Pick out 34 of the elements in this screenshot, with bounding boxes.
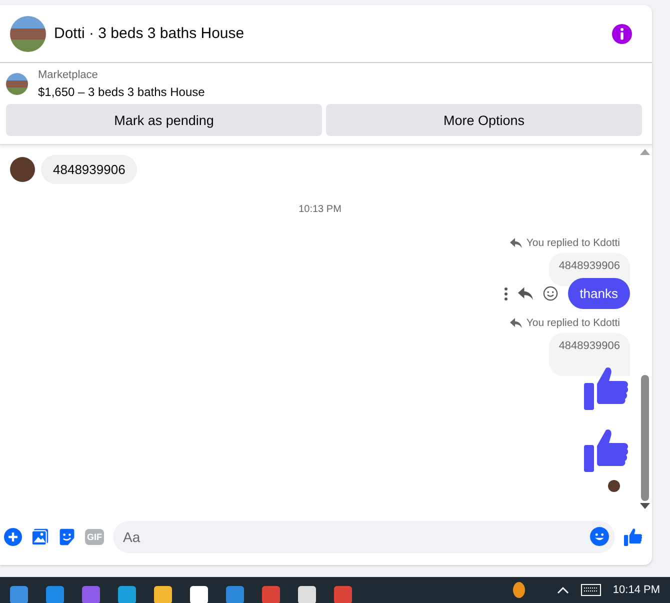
scroll-down-icon[interactable] [640,503,650,509]
reply-icon [510,318,522,328]
chevron-up-icon[interactable] [556,586,569,594]
reply-icon [510,238,522,248]
info-icon[interactable] [612,24,632,44]
photo-icon[interactable] [31,528,49,546]
listing-title[interactable]: $1,650 – 3 beds 3 baths House [38,85,205,99]
reply-icon[interactable] [518,287,533,300]
keyboard-icon[interactable] [580,584,601,596]
thumbs-up-icon [584,428,628,472]
smiley-icon[interactable] [542,286,558,301]
scrollbar-thumb[interactable] [641,375,649,501]
reply-note: You replied to Kdotti [526,317,620,329]
action-button[interactable]: More Options [326,104,642,136]
quoted-message: 4848939906 [548,333,630,376]
avatar-placeholder [10,157,35,182]
message-bubble: 4848939906 [41,155,138,184]
listing-photo-placeholder [10,16,46,52]
emoji-icon[interactable] [590,527,609,546]
more-icon[interactable] [504,286,508,300]
sticker-icon[interactable] [58,528,76,546]
scroll-up-icon[interactable] [640,149,650,155]
reply-note: You replied to Kdotti [526,237,620,249]
listing-photo-placeholder [6,73,28,95]
message-input-field[interactable]: Aa [113,521,615,553]
conversation-title: Dotti · 3 beds 3 baths House [54,25,246,42]
taskbar-clock[interactable]: 10:14 PM [612,584,660,596]
thumbs-up-icon [584,366,628,410]
add-icon[interactable] [4,528,22,546]
listing-source: Marketplace [38,69,99,81]
action-button[interactable]: Mark as pending [6,104,322,136]
message-bubble: thanks [568,278,630,309]
timestamp: 10:13 PM [298,204,342,215]
thumbs-up-icon[interactable] [624,528,642,546]
